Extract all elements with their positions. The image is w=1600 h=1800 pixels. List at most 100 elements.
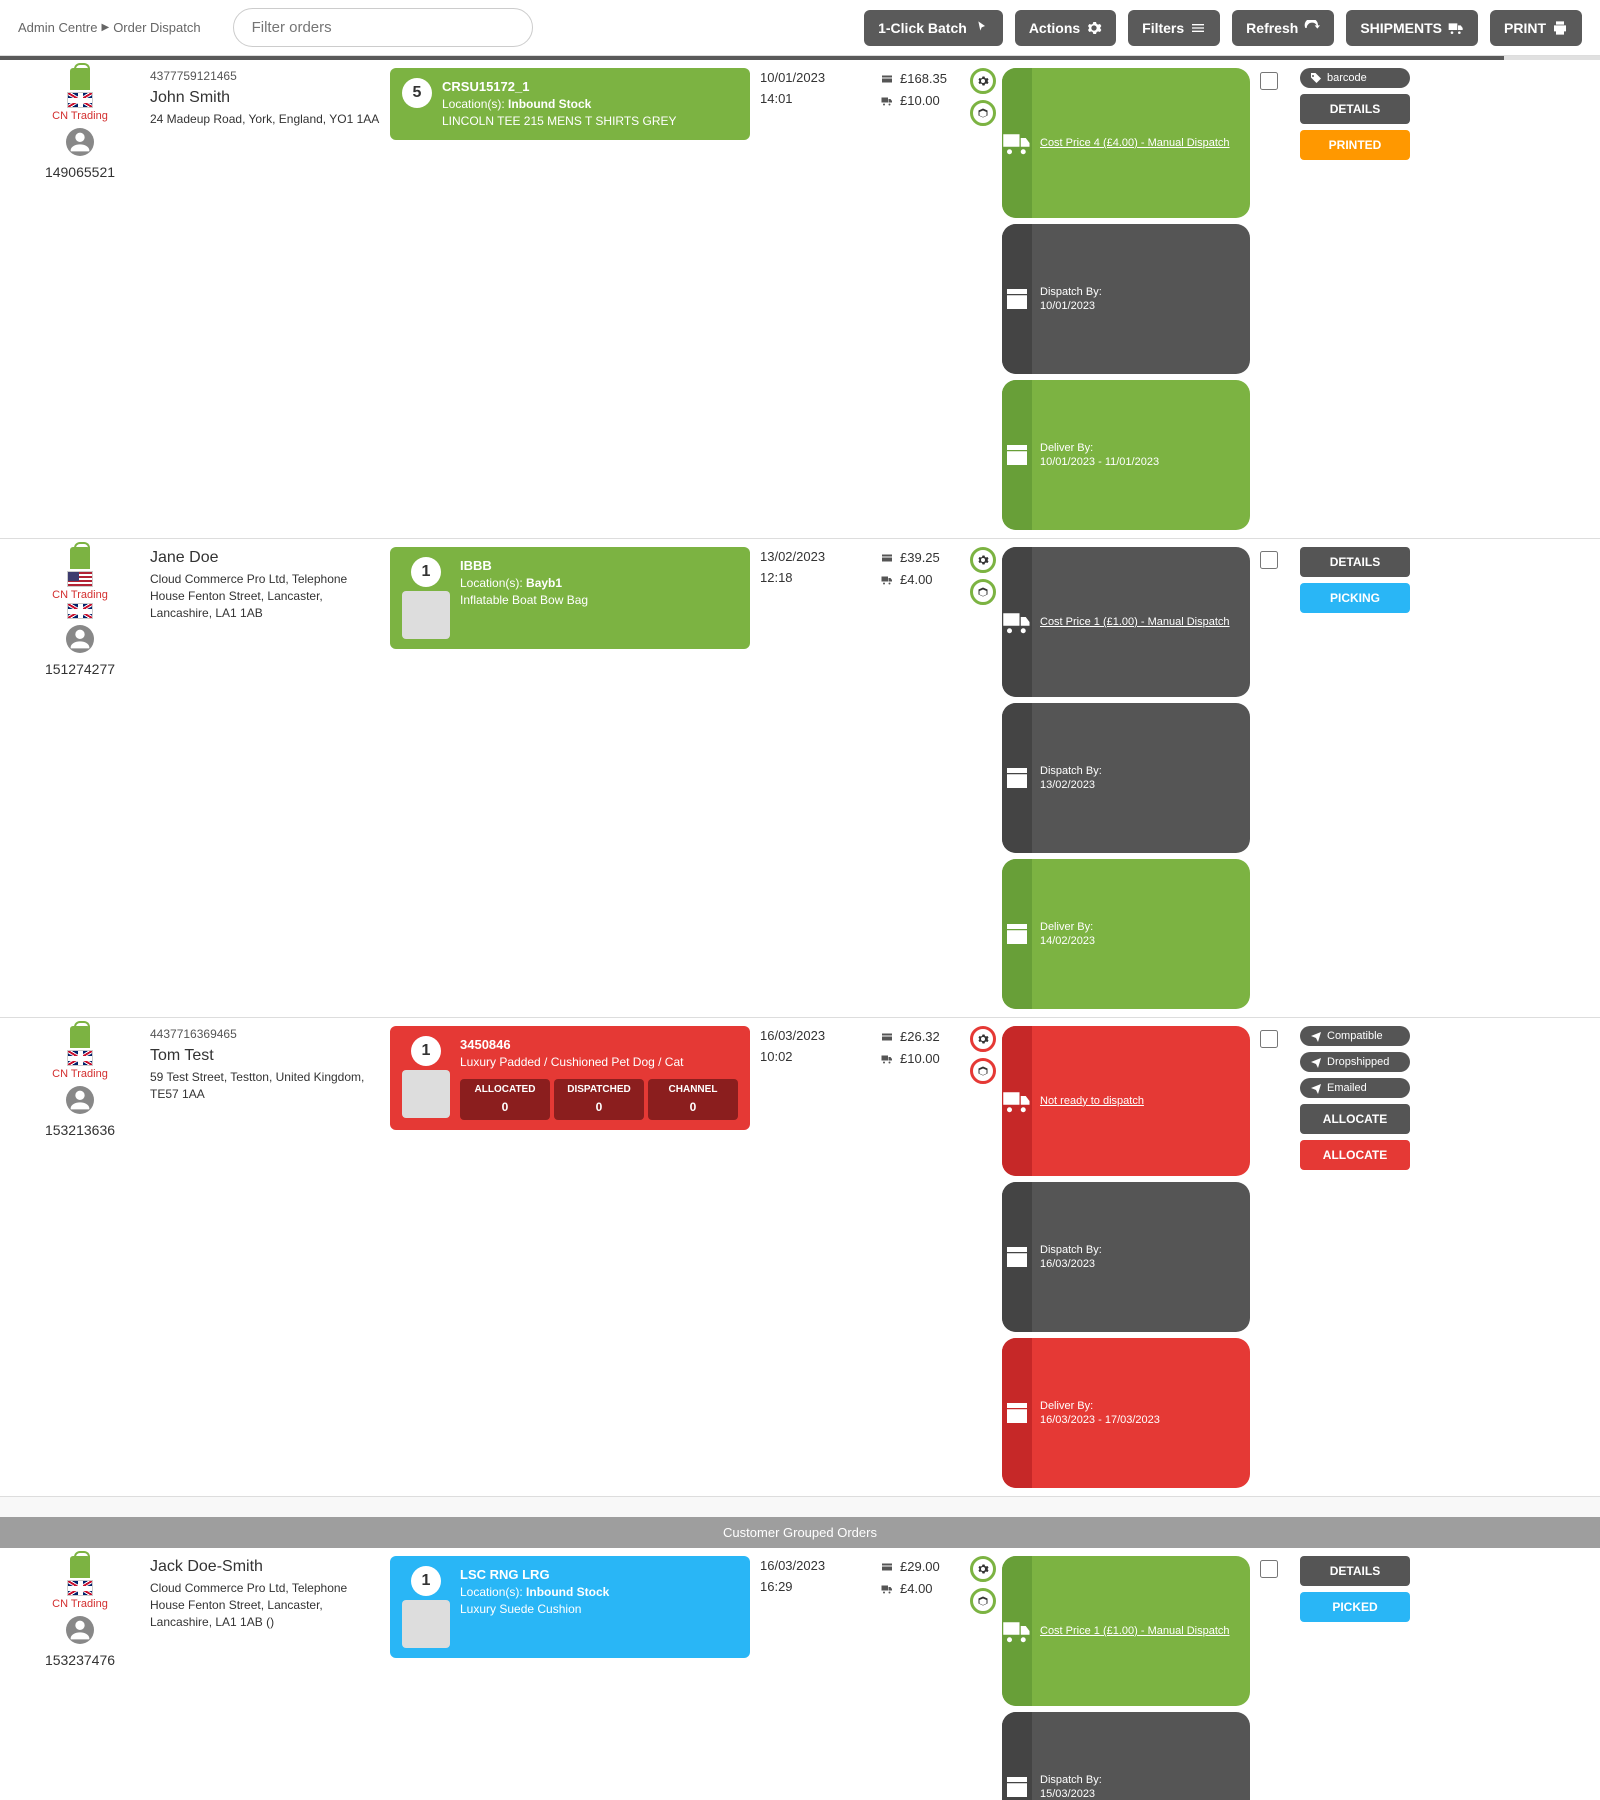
gear-icon	[977, 1033, 989, 1045]
truck-icon	[1002, 68, 1032, 218]
date-column: 13/02/2023 12:18	[760, 547, 870, 1009]
truck-icon	[1002, 547, 1032, 697]
product-card[interactable]: 1 3450846 Luxury Padded / Cushioned Pet …	[390, 1026, 750, 1130]
card-icon	[880, 552, 894, 564]
flag-icon	[67, 92, 93, 108]
order-number: 151274277	[45, 661, 115, 677]
calendar-icon	[1002, 1338, 1032, 1488]
right-button-allocate[interactable]: ALLOCATE	[1300, 1104, 1410, 1134]
calendar-icon	[1002, 224, 1032, 374]
right-button-picking[interactable]: PICKING	[1300, 583, 1410, 613]
batch-button[interactable]: 1-Click Batch	[864, 10, 1003, 46]
right-button-details[interactable]: DETAILS	[1300, 1556, 1410, 1586]
order-row: CN Trading 149065521 4377759121465 John …	[0, 60, 1600, 539]
date-column: 16/03/2023 16:29	[760, 1556, 870, 1800]
gear-icon	[977, 75, 989, 87]
right-column: DETAILS PICKING	[1300, 547, 1410, 1009]
order-checkbox[interactable]	[1260, 72, 1278, 90]
user-icon[interactable]	[66, 625, 94, 653]
customer-info: Jack Doe-Smith Cloud Commerce Pro Ltd, T…	[150, 1556, 380, 1800]
product-card[interactable]: 1 IBBB Location(s): Bayb1 Inflatable Boa…	[390, 547, 750, 649]
product-qty: 1	[411, 1036, 441, 1066]
right-button-details[interactable]: DETAILS	[1300, 94, 1410, 124]
tag-icon	[1310, 1030, 1322, 1042]
product-thumb	[402, 591, 450, 639]
price-ship: £4.00	[900, 1578, 933, 1600]
breadcrumb-separator-icon: ▶	[101, 22, 109, 33]
filter-wrapper	[233, 8, 533, 47]
settings-circle-button[interactable]	[970, 547, 996, 573]
settings-circle-button[interactable]	[970, 1026, 996, 1052]
cost-pill[interactable]: Cost Price 1 (£1.00) - Manual Dispatch	[1002, 547, 1250, 697]
right-button-picked[interactable]: PICKED	[1300, 1592, 1410, 1622]
product-column: 1 3450846 Luxury Padded / Cushioned Pet …	[390, 1026, 750, 1488]
order-date: 10/01/2023	[760, 68, 870, 89]
right-button-allocate[interactable]: ALLOCATE	[1300, 1140, 1410, 1170]
product-thumb	[402, 1600, 450, 1648]
product-qty: 1	[411, 1566, 441, 1596]
product-desc: Luxury Padded / Cushioned Pet Dog / Cat	[460, 1054, 738, 1071]
right-button-printed[interactable]: PRINTED	[1300, 130, 1410, 160]
box-circle-button[interactable]	[970, 1588, 996, 1614]
tag-icon	[1310, 72, 1322, 84]
refresh-button[interactable]: Refresh	[1232, 10, 1334, 46]
settings-circle-button[interactable]	[970, 68, 996, 94]
actions-button[interactable]: Actions	[1015, 10, 1116, 46]
truck-icon	[880, 95, 894, 107]
print-icon	[1552, 20, 1568, 36]
date-column: 10/01/2023 14:01	[760, 68, 870, 530]
print-button[interactable]: PRINT	[1490, 10, 1582, 46]
cost-pill[interactable]: Cost Price 4 (£4.00) - Manual Dispatch	[1002, 68, 1250, 218]
order-tag[interactable]: Emailed	[1300, 1078, 1410, 1098]
order-checkbox[interactable]	[1260, 551, 1278, 569]
settings-circle-button[interactable]	[970, 1556, 996, 1582]
order-checkbox[interactable]	[1260, 1030, 1278, 1048]
order-time: 12:18	[760, 568, 870, 589]
flag-icon	[67, 1580, 93, 1596]
dispatch-pill: Dispatch By:15/03/2023	[1002, 1712, 1250, 1800]
product-column: 5 CRSU15172_1 Location(s): Inbound Stock…	[390, 68, 750, 530]
cost-pill[interactable]: Cost Price 1 (£1.00) - Manual Dispatch	[1002, 1556, 1250, 1706]
customer-name: Tom Test	[150, 1045, 380, 1067]
filters-button[interactable]: Filters	[1128, 10, 1220, 46]
product-card[interactable]: 1 LSC RNG LRG Location(s): Inbound Stock…	[390, 1556, 750, 1658]
box-circle-button[interactable]	[970, 579, 996, 605]
right-column: Compatible Dropshipped Emailed ALLOCATE ALLO…	[1300, 1026, 1410, 1488]
product-desc: Inflatable Boat Bow Bag	[460, 592, 738, 609]
order-meta: CN Trading 151274277	[20, 547, 140, 1009]
shipments-button[interactable]: SHIPMENTS	[1346, 10, 1478, 46]
order-number: 149065521	[45, 164, 115, 180]
price-total: £168.35	[900, 68, 947, 90]
customer-sku: 4377759121465	[150, 68, 380, 85]
order-meta: CN Trading 149065521	[20, 68, 140, 530]
shop-icon	[70, 1556, 90, 1578]
order-tag[interactable]: barcode	[1300, 68, 1410, 88]
user-icon[interactable]	[66, 1616, 94, 1644]
user-icon[interactable]	[66, 128, 94, 156]
order-tag[interactable]: Dropshipped	[1300, 1052, 1410, 1072]
customer-info: 4437716369465 Tom Test 59 Test Street, T…	[150, 1026, 380, 1488]
cost-pill[interactable]: Not ready to dispatch	[1002, 1026, 1250, 1176]
customer-name: John Smith	[150, 87, 380, 109]
price-ship: £10.00	[900, 90, 940, 112]
date-column: 16/03/2023 10:02	[760, 1026, 870, 1488]
box-icon	[977, 1065, 989, 1077]
order-checkbox[interactable]	[1260, 1560, 1278, 1578]
user-icon[interactable]	[66, 1086, 94, 1114]
breadcrumb-root[interactable]: Admin Centre	[18, 20, 97, 35]
truck-icon	[1002, 1026, 1032, 1176]
box-circle-button[interactable]	[970, 1058, 996, 1084]
dispatch-pill: Dispatch By:16/03/2023	[1002, 1182, 1250, 1332]
product-column: 1 IBBB Location(s): Bayb1 Inflatable Boa…	[390, 547, 750, 1009]
right-button-details[interactable]: DETAILS	[1300, 547, 1410, 577]
actions-column: Cost Price 1 (£1.00) - Manual Dispatch D…	[970, 1556, 1250, 1800]
order-time: 16:29	[760, 1577, 870, 1598]
order-number: 153237476	[45, 1652, 115, 1668]
product-card[interactable]: 5 CRSU15172_1 Location(s): Inbound Stock…	[390, 68, 750, 140]
product-desc: Luxury Suede Cushion	[460, 1601, 738, 1618]
truck-icon	[1448, 20, 1464, 36]
box-circle-button[interactable]	[970, 100, 996, 126]
card-icon	[880, 73, 894, 85]
filter-input[interactable]	[233, 8, 533, 47]
order-tag[interactable]: Compatible	[1300, 1026, 1410, 1046]
